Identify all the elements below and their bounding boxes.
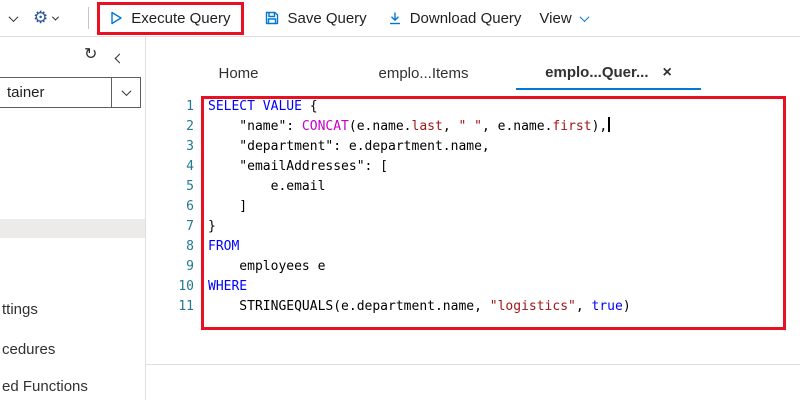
- editor-lines: 1 SELECT VALUE { 2 "name": CONCAT(e.name.l…: [146, 97, 800, 317]
- refresh-icon: ↻: [84, 44, 98, 63]
- line-number: 1: [186, 99, 194, 114]
- save-query-label: Save Query: [287, 9, 367, 27]
- tab-home[interactable]: Home: [146, 57, 331, 90]
- collapse-panel-button[interactable]: [112, 46, 127, 69]
- download-query-button[interactable]: Download Query: [385, 6, 524, 31]
- code-line: 11 STRINGEQUALS(e.department.name, "logi…: [146, 297, 800, 317]
- tab-close-icon[interactable]: ×: [663, 64, 672, 81]
- line-number: 6: [186, 199, 194, 214]
- line-number: 10: [178, 279, 194, 294]
- chevron-left-icon: [114, 53, 125, 64]
- query-editor[interactable]: 1 SELECT VALUE { 2 "name": CONCAT(e.name.l…: [146, 95, 800, 364]
- code-text: "name": CONCAT(e.name.last, " ", e.name.…: [204, 117, 611, 137]
- tree-item[interactable]: ed Functions: [2, 378, 88, 395]
- line-number: 5: [186, 179, 194, 194]
- text-caret: [608, 117, 611, 132]
- tab-label: Home: [218, 65, 259, 82]
- line-number: 4: [186, 159, 194, 174]
- tree-selected-row[interactable]: [0, 219, 145, 238]
- code-text: e.email: [208, 179, 326, 194]
- code-line: 7}: [146, 217, 800, 237]
- toolbar-divider: [88, 7, 90, 29]
- execute-query-label: Execute Query: [131, 9, 231, 27]
- line-number: 9: [186, 259, 194, 274]
- settings-gear-button[interactable]: ⚙: [31, 6, 60, 31]
- chevron-down-icon[interactable]: [8, 11, 19, 22]
- code-line: 10 WHERE: [146, 277, 800, 297]
- code-line: 8 FROM: [146, 237, 800, 257]
- code-text: ]: [208, 199, 248, 214]
- command-bar: ⚙ Execute Query Save Query Download Quer…: [0, 0, 800, 37]
- chevron-down-icon: [579, 11, 590, 22]
- code-line: 5 e.email: [146, 177, 800, 197]
- code-text: FROM: [208, 239, 240, 254]
- code-line: 2 "name": CONCAT(e.name.last, " ", e.nam…: [146, 117, 800, 137]
- annotation-box-execute: Execute Query: [97, 1, 245, 35]
- line-number: 7: [186, 219, 194, 234]
- chevron-down-icon: [121, 86, 131, 97]
- data-explorer-app: ⚙ Execute Query Save Query Download Quer…: [0, 0, 800, 400]
- refresh-button[interactable]: ↻: [82, 42, 99, 65]
- view-menu-label: View: [539, 9, 572, 27]
- combo-dropdown-button[interactable]: [112, 86, 140, 97]
- line-number: 8: [186, 239, 194, 254]
- container-select-value: tainer: [7, 84, 45, 101]
- download-icon: [389, 12, 400, 25]
- line-number: 3: [186, 139, 194, 154]
- save-query-button[interactable]: Save Query: [262, 6, 368, 31]
- tab-label: emplo...Items: [378, 65, 469, 82]
- container-select[interactable]: tainer: [0, 77, 141, 108]
- code-text: "emailAddresses": [: [208, 159, 389, 174]
- code-line: 1 SELECT VALUE {: [146, 97, 800, 117]
- line-number: 2: [186, 119, 194, 134]
- code-text: employees e: [208, 259, 326, 274]
- chevron-down-icon: [52, 13, 60, 21]
- line-number: 11: [178, 299, 194, 314]
- execute-query-button[interactable]: Execute Query: [106, 6, 232, 31]
- resource-tree-panel: ↻ tainer ttings cedures ed Functions: [0, 37, 146, 400]
- gear-icon: ⚙: [33, 7, 49, 28]
- code-text: WHERE: [208, 279, 248, 294]
- view-menu-button[interactable]: View: [537, 6, 590, 31]
- tree-item[interactable]: ttings: [2, 301, 38, 318]
- code-line: 9 employees e: [146, 257, 800, 277]
- tree-item[interactable]: cedures: [2, 341, 55, 358]
- tab-label: emplo...Quer...: [545, 64, 649, 81]
- tab-emplo-items[interactable]: emplo...Items: [331, 57, 516, 90]
- code-text: "department": e.department.name,: [208, 139, 490, 154]
- code-line: 4 "emailAddresses": [: [146, 157, 800, 177]
- code-line: 6 ]: [146, 197, 800, 217]
- tab-emplo-quer-[interactable]: emplo...Quer... ×: [516, 57, 701, 90]
- code-text: }: [208, 219, 216, 234]
- play-icon: [111, 11, 122, 25]
- save-icon: [266, 11, 279, 25]
- code-line: 3 "department": e.department.name,: [146, 137, 800, 157]
- editor-bottom-divider: [146, 364, 800, 365]
- code-text: SELECT VALUE {: [208, 99, 318, 114]
- tab-bar: Home emplo...Items emplo...Quer... ×: [146, 57, 800, 90]
- download-query-label: Download Query: [409, 9, 522, 27]
- code-text: STRINGEQUALS(e.department.name, "logisti…: [208, 299, 631, 314]
